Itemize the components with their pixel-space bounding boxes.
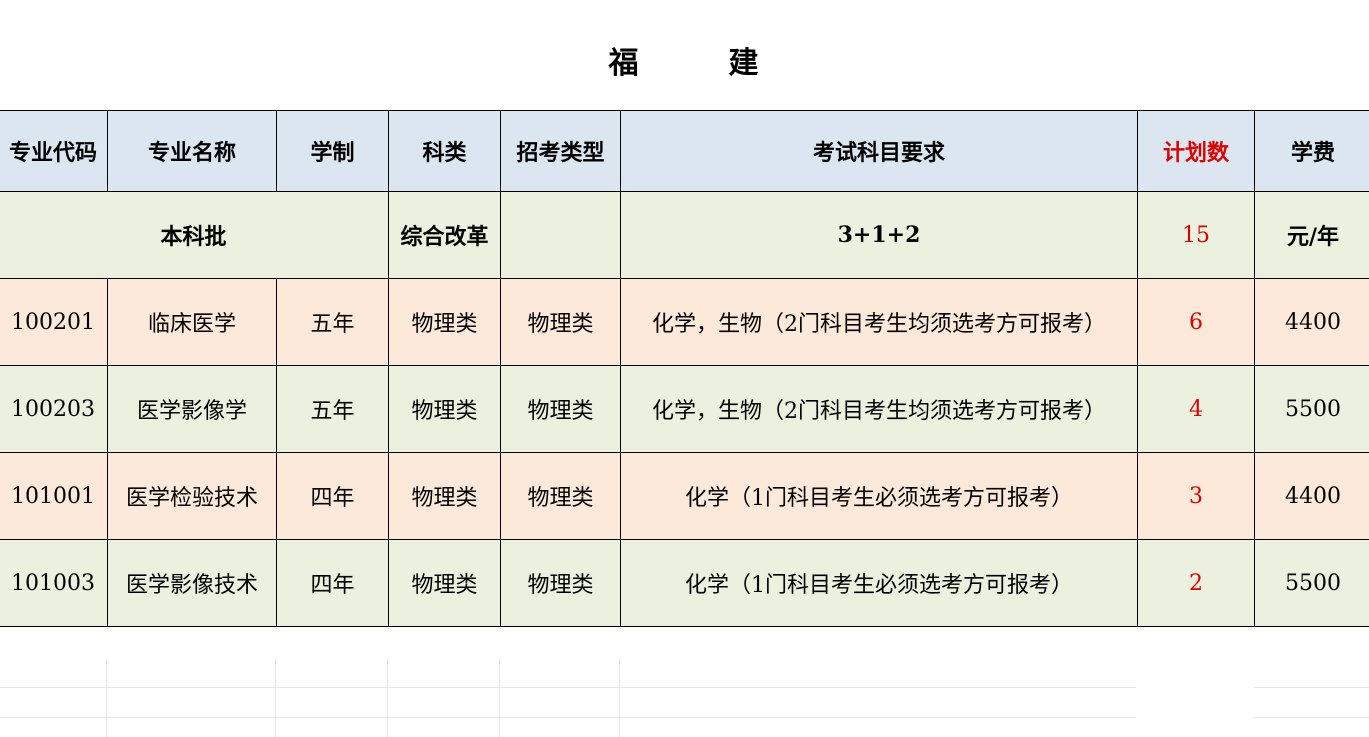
cell-category[interactable]: 物理类 xyxy=(388,452,501,540)
cell-duration[interactable]: 五年 xyxy=(276,278,389,366)
spreadsheet-page: 福建 专业代码 专业名称 学制 科类 招考类型 考试科目要求 计划数 学费 本科… xyxy=(0,0,1369,737)
cell-plan[interactable]: 2 xyxy=(1137,539,1255,627)
cell-plan[interactable]: 6 xyxy=(1137,278,1255,366)
gridline xyxy=(387,658,388,737)
gridline xyxy=(1254,717,1369,718)
admission-plan-table: 专业代码 专业名称 学制 科类 招考类型 考试科目要求 计划数 学费 本科批 综… xyxy=(0,110,1369,627)
gridline xyxy=(275,658,276,737)
cell-category[interactable]: 物理类 xyxy=(388,539,501,627)
gridline xyxy=(499,658,500,737)
cell-code[interactable]: 101001 xyxy=(0,452,108,540)
cell-name[interactable]: 医学检验技术 xyxy=(107,452,277,540)
batch-category[interactable]: 综合改革 xyxy=(388,191,501,279)
header-plan[interactable]: 计划数 xyxy=(1137,110,1255,192)
cell-code[interactable]: 100203 xyxy=(0,365,108,453)
header-name[interactable]: 专业名称 xyxy=(107,110,277,192)
header-tuition[interactable]: 学费 xyxy=(1254,110,1369,192)
cell-duration[interactable]: 四年 xyxy=(276,539,389,627)
cell-plan[interactable]: 3 xyxy=(1137,452,1255,540)
header-duration[interactable]: 学制 xyxy=(276,110,389,192)
gridline xyxy=(0,717,1136,718)
cell-plan[interactable]: 4 xyxy=(1137,365,1255,453)
cell-admission-type[interactable]: 物理类 xyxy=(500,539,621,627)
cell-name[interactable]: 临床医学 xyxy=(107,278,277,366)
table-row: 101001 医学检验技术 四年 物理类 物理类 化学（1门科目考生必须选考方可… xyxy=(0,452,1369,540)
table-row: 100201 临床医学 五年 物理类 物理类 化学，生物（2门科目考生均须选考方… xyxy=(0,278,1369,366)
title-char-1: 福 xyxy=(608,46,641,81)
gridline xyxy=(106,658,107,737)
header-admission-type[interactable]: 招考类型 xyxy=(500,110,621,192)
header-code[interactable]: 专业代码 xyxy=(0,110,108,192)
gridline xyxy=(619,658,620,737)
table-row: 100203 医学影像学 五年 物理类 物理类 化学，生物（2门科目考生均须选考… xyxy=(0,365,1369,453)
title-char-2: 建 xyxy=(728,46,761,81)
header-subjects[interactable]: 考试科目要求 xyxy=(620,110,1138,192)
cell-tuition[interactable]: 4400 xyxy=(1254,452,1369,540)
cell-subjects[interactable]: 化学，生物（2门科目考生均须选考方可报考） xyxy=(620,278,1138,366)
cell-duration[interactable]: 四年 xyxy=(276,452,389,540)
cell-admission-type[interactable]: 物理类 xyxy=(500,365,621,453)
cell-category[interactable]: 物理类 xyxy=(388,278,501,366)
cell-admission-type[interactable]: 物理类 xyxy=(500,278,621,366)
gridline xyxy=(1254,687,1369,688)
cell-admission-type[interactable]: 物理类 xyxy=(500,452,621,540)
cell-code[interactable]: 101003 xyxy=(0,539,108,627)
cell-name[interactable]: 医学影像技术 xyxy=(107,539,277,627)
batch-admission-type[interactable] xyxy=(500,191,621,279)
cell-tuition[interactable]: 5500 xyxy=(1254,539,1369,627)
cell-tuition[interactable]: 5500 xyxy=(1254,365,1369,453)
batch-label[interactable]: 本科批 xyxy=(0,191,389,279)
empty-grid-area xyxy=(0,628,1369,737)
sheet-title: 福建 xyxy=(0,38,1369,82)
cell-tuition[interactable]: 4400 xyxy=(1254,278,1369,366)
batch-subjects[interactable]: 3+1+2 xyxy=(620,191,1138,279)
gridline xyxy=(0,687,1136,688)
cell-name[interactable]: 医学影像学 xyxy=(107,365,277,453)
header-category[interactable]: 科类 xyxy=(388,110,501,192)
cell-category[interactable]: 物理类 xyxy=(388,365,501,453)
batch-tuition[interactable]: 元/年 xyxy=(1254,191,1369,279)
cell-duration[interactable]: 五年 xyxy=(276,365,389,453)
table-row: 101003 医学影像技术 四年 物理类 物理类 化学（1门科目考生必须选考方可… xyxy=(0,539,1369,627)
cell-code[interactable]: 100201 xyxy=(0,278,108,366)
cell-subjects[interactable]: 化学（1门科目考生必须选考方可报考） xyxy=(620,452,1138,540)
header-row: 专业代码 专业名称 学制 科类 招考类型 考试科目要求 计划数 学费 xyxy=(0,110,1369,192)
cell-subjects[interactable]: 化学（1门科目考生必须选考方可报考） xyxy=(620,539,1138,627)
batch-plan[interactable]: 15 xyxy=(1137,191,1255,279)
cell-subjects[interactable]: 化学，生物（2门科目考生均须选考方可报考） xyxy=(620,365,1138,453)
batch-row: 本科批 综合改革 3+1+2 15 元/年 xyxy=(0,191,1369,279)
